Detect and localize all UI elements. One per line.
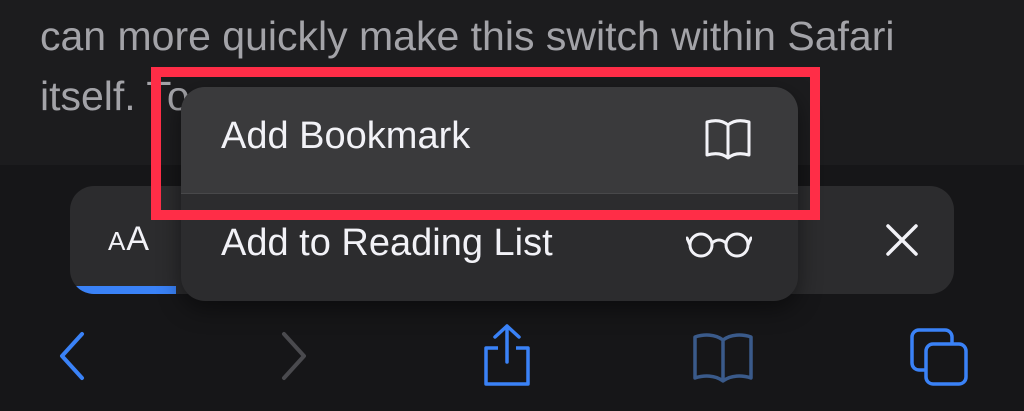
back-icon[interactable] (54, 328, 90, 384)
page-load-progress (70, 286, 177, 294)
close-icon[interactable] (884, 222, 920, 258)
glasses-icon (686, 232, 752, 258)
forward-icon[interactable] (276, 328, 312, 384)
tabs-icon[interactable] (910, 328, 970, 388)
text-size-button[interactable]: AA (108, 220, 150, 259)
aa-small-letter: A (108, 226, 127, 256)
highlight-box (151, 67, 820, 220)
aa-large-letter: A (126, 220, 151, 258)
share-icon[interactable] (480, 322, 534, 388)
add-reading-list-label: Add to Reading List (221, 222, 553, 264)
bookmarks-icon[interactable] (692, 332, 754, 384)
